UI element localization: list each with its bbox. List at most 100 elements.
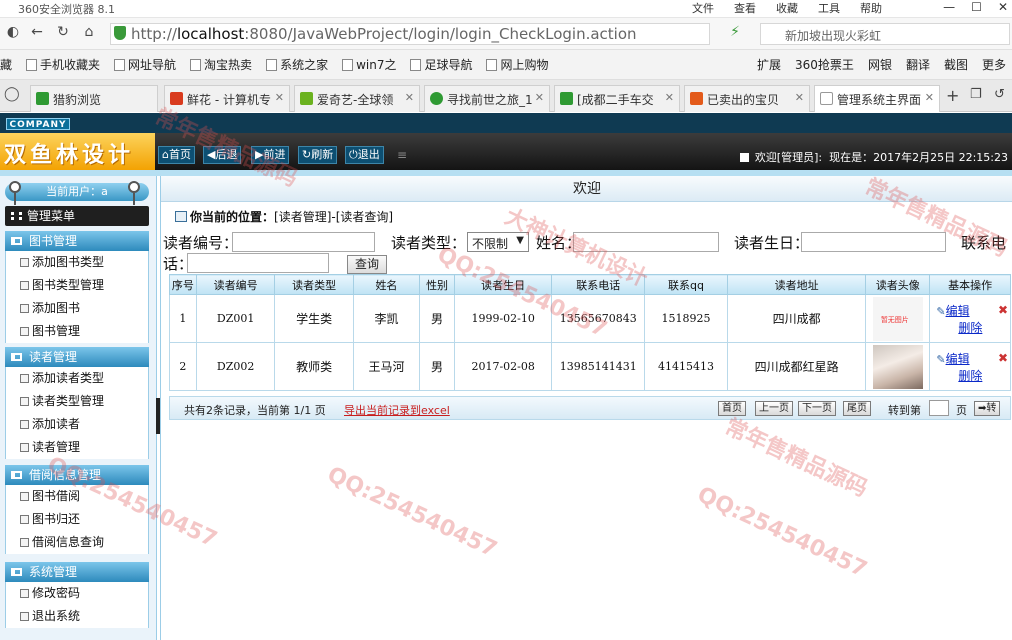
sidebar-item-add-reader-type[interactable]: 添加读者类型 <box>5 367 149 390</box>
back-button[interactable]: ◀后退 <box>203 146 242 164</box>
section-system-management[interactable]: 系统管理 <box>5 562 149 582</box>
home-button[interactable]: ⌂首页 <box>158 146 195 164</box>
export-excel-link[interactable]: 导出当前记录到excel <box>344 402 450 418</box>
page-unit-label: 页 <box>956 404 967 417</box>
fav-shopping[interactable]: 网上购物 <box>486 56 549 73</box>
sidebar-item-add-book-type[interactable]: 添加图书类型 <box>5 251 149 274</box>
browser-tab[interactable]: [成都二手车交 ✕ <box>554 85 680 112</box>
fav-system[interactable]: 系统之家 <box>266 56 328 73</box>
edit-link[interactable]: 编辑 <box>946 352 970 366</box>
prev-page-button[interactable]: 上一页 <box>755 401 793 416</box>
refresh-icon[interactable]: ↻ <box>52 24 74 44</box>
item-icon <box>20 589 29 598</box>
sidebar-item-reader-management[interactable]: 读者管理 <box>5 436 149 459</box>
browser-tab[interactable]: 鲜花 - 计算机专 ✕ <box>164 85 290 112</box>
go-button[interactable]: ➡转 <box>974 401 1001 416</box>
pager-info: 共有2条记录，当前第 1/1 页 <box>184 404 326 417</box>
section-icon <box>11 471 22 479</box>
delete-link[interactable]: 删除 <box>958 319 1010 336</box>
fav-win7[interactable]: win7之 <box>342 56 396 73</box>
tab-close-icon[interactable]: ✕ <box>405 91 414 104</box>
search-input[interactable]: 新加坡出现火彩虹 <box>760 23 1010 45</box>
browser-tab[interactable]: 猎豹浏览 <box>30 85 158 112</box>
delete-link[interactable]: 删除 <box>958 367 1010 384</box>
col-header: 联系qq <box>644 274 728 295</box>
phone-input[interactable] <box>187 253 329 273</box>
menu-file[interactable]: 文件 <box>692 0 714 16</box>
section-borrow-management[interactable]: 借阅信息管理 <box>5 465 149 485</box>
section-book-management[interactable]: 图书管理 <box>5 231 149 251</box>
tab-close-icon[interactable]: ✕ <box>275 91 284 104</box>
sidebar-item-add-reader[interactable]: 添加读者 <box>5 413 149 436</box>
logout-button[interactable]: ⏻退出 <box>345 146 384 164</box>
next-page-button[interactable]: 下一页 <box>798 401 836 416</box>
tab-close-icon[interactable]: ✕ <box>535 91 544 104</box>
tab-close-icon[interactable]: ✕ <box>925 91 934 104</box>
edit-link[interactable]: 编辑 <box>946 304 970 318</box>
fav-nav[interactable]: 网址导航 <box>114 56 176 73</box>
menu-favorites[interactable]: 收藏 <box>776 0 798 16</box>
query-button[interactable]: 查询 <box>347 255 387 274</box>
section-icon <box>11 568 22 576</box>
fav-football[interactable]: 足球导航 <box>410 56 472 73</box>
last-page-button[interactable]: 尾页 <box>843 401 871 416</box>
tab-close-icon[interactable]: ✕ <box>795 91 804 104</box>
browser-title: 360安全浏览器 8.1 <box>18 3 115 16</box>
browser-tab[interactable]: 已卖出的宝贝 ✕ <box>684 85 810 112</box>
accelerate-icon[interactable]: ⚡ <box>724 24 746 44</box>
back-icon[interactable]: ← <box>26 24 48 44</box>
sidebar-item-reader-type-management[interactable]: 读者类型管理 <box>5 390 149 413</box>
cell-reader-type: 学生类 <box>274 294 354 343</box>
forward-button[interactable]: ▶前进 <box>251 146 290 164</box>
birthday-label: 读者生日： <box>734 234 810 252</box>
sidebar-item-borrow-query[interactable]: 借阅信息查询 <box>5 531 149 554</box>
fav-mobile[interactable]: 手机收藏夹 <box>26 56 100 73</box>
goto-page-input[interactable] <box>929 400 949 416</box>
tab-close-icon[interactable]: ✕ <box>665 91 674 104</box>
delete-icon[interactable]: ✖ <box>998 303 1008 317</box>
tab-restore-icon[interactable]: ◯ <box>4 86 20 102</box>
menu-tools[interactable]: 工具 <box>818 0 840 16</box>
home-icon[interactable]: ⌂ <box>78 24 100 44</box>
favorites-bar: 藏 手机收藏夹 网址导航 淘宝热卖 系统之家 win7之 足球导航 网上购物 扩… <box>0 50 1012 80</box>
browser-tab-active[interactable]: 管理系统主界面 ✕ <box>814 85 940 112</box>
sidebar: 当前用户：a 管理菜单 图书管理 添加图书类型 图书类型管理 添加图书 图书管理… <box>0 176 157 640</box>
table-row: 2 DZ002 教师类 王马河 男 2017-02-08 13985141431… <box>169 342 1011 391</box>
sidebar-item-borrow-book[interactable]: 图书借阅 <box>5 485 149 508</box>
sidebar-item-logout[interactable]: 退出系统 <box>5 605 149 628</box>
ticket-button[interactable]: 360抢票王 <box>795 56 854 73</box>
delete-icon[interactable]: ✖ <box>998 351 1008 365</box>
more-button[interactable]: 更多 <box>982 56 1006 73</box>
page-icon <box>114 58 126 71</box>
reader-type-select[interactable]: 不限制 ▼ <box>467 232 529 252</box>
name-input[interactable] <box>573 232 719 252</box>
close-icon[interactable]: ✕ <box>998 0 1008 14</box>
browser-tab[interactable]: 寻找前世之旅_1 ✕ <box>424 85 550 112</box>
bank-button[interactable]: 网银 <box>868 56 892 73</box>
cell-birthday: 1999-02-10 <box>454 294 553 343</box>
first-page-button[interactable]: 首页 <box>718 401 746 416</box>
translate-button[interactable]: 翻译 <box>906 56 930 73</box>
undo-close-icon[interactable]: ↺ <box>994 87 1005 102</box>
menu-help[interactable]: 帮助 <box>860 0 882 16</box>
maximize-icon[interactable]: ☐ <box>971 0 982 14</box>
sidebar-item-return-book[interactable]: 图书归还 <box>5 508 149 531</box>
sidebar-item-book-management[interactable]: 图书管理 <box>5 320 149 343</box>
fav-taobao[interactable]: 淘宝热卖 <box>190 56 252 73</box>
tab-list-icon[interactable]: ❐ <box>970 87 982 102</box>
section-reader-management[interactable]: 读者管理 <box>5 347 149 367</box>
refresh-button[interactable]: ↻刷新 <box>298 146 338 164</box>
sidebar-item-change-password[interactable]: 修改密码 <box>5 582 149 605</box>
menu-view[interactable]: 查看 <box>734 0 756 16</box>
extensions-button[interactable]: 扩展 <box>757 56 781 73</box>
reader-no-input[interactable] <box>232 232 375 252</box>
sidebar-item-book-type-management[interactable]: 图书类型管理 <box>5 274 149 297</box>
minimize-icon[interactable]: — <box>943 0 955 14</box>
birthday-input[interactable] <box>801 232 946 252</box>
screenshot-button[interactable]: 截图 <box>944 56 968 73</box>
sidebar-item-add-book[interactable]: 添加图书 <box>5 297 149 320</box>
new-tab-icon[interactable]: + <box>946 86 959 105</box>
security-shield-icon <box>114 26 126 40</box>
browser-tab[interactable]: 爱奇艺-全球领 ✕ <box>294 85 420 112</box>
url-input[interactable]: http://localhost:8080/JavaWebProject/log… <box>110 23 710 45</box>
